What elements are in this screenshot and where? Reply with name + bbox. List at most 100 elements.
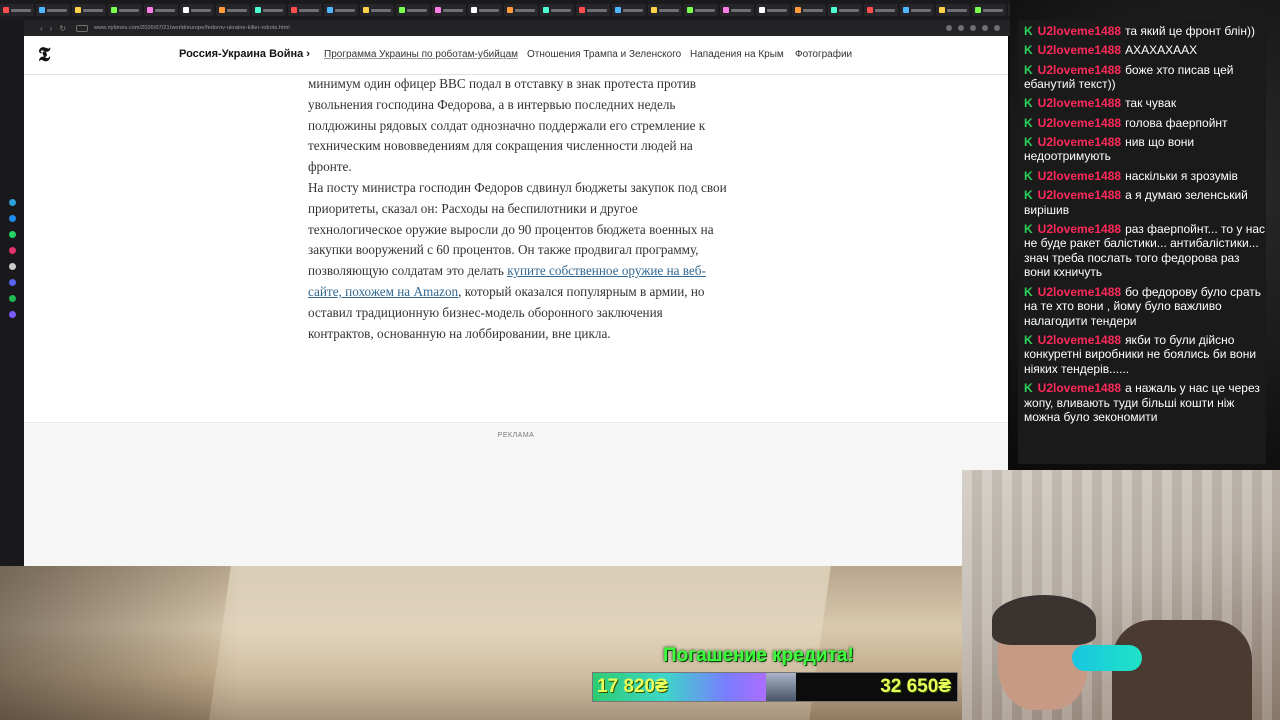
forward-icon[interactable]: ›: [50, 24, 53, 33]
instagram-icon[interactable]: [8, 247, 16, 254]
browser-tab[interactable]: [288, 4, 322, 16]
nav-buttons: ‹ › ↻: [40, 24, 66, 33]
section-title-link[interactable]: Россия-Украина Война ›: [179, 48, 310, 60]
browser-tab[interactable]: [180, 4, 214, 16]
discord-icon[interactable]: [8, 279, 16, 286]
nyt-logo-icon[interactable]: 𝕿: [38, 44, 50, 67]
browser-tab[interactable]: [684, 4, 718, 16]
tab-favicon-icon: [615, 7, 621, 13]
tab-favicon-icon: [903, 7, 909, 13]
chat-username[interactable]: U2loveme1488: [1038, 169, 1121, 183]
browser-tab[interactable]: [360, 4, 394, 16]
browser-tab[interactable]: [864, 4, 898, 16]
telegram-icon[interactable]: [8, 215, 16, 222]
tab-title-placeholder: [623, 8, 643, 12]
browser-address-bar: ‹ › ↻ www.nytimes.com/2026/07/21/world/e…: [0, 20, 1010, 36]
tab-title-placeholder: [119, 8, 139, 12]
browser-tab[interactable]: [504, 4, 538, 16]
browser-tab[interactable]: [756, 4, 790, 16]
tab-title-placeholder: [551, 8, 571, 12]
browser-tab[interactable]: [648, 4, 682, 16]
browser-tab[interactable]: [792, 4, 826, 16]
browser-tab[interactable]: [468, 4, 502, 16]
chat-text: АХАХАХААХ: [1125, 43, 1198, 58]
browser-tab[interactable]: [828, 4, 862, 16]
browser-tab[interactable]: [576, 4, 610, 16]
tab-title-placeholder: [155, 8, 175, 12]
browser-tab[interactable]: [900, 4, 934, 16]
browser-tab[interactable]: [432, 4, 466, 16]
site-navigation: 𝕿 Россия-Украина Война › Программа Украи…: [24, 36, 1008, 75]
browser-tab[interactable]: [720, 4, 754, 16]
tab-title-placeholder: [875, 8, 895, 12]
browser-tab[interactable]: [324, 4, 358, 16]
browser-tab[interactable]: [144, 4, 178, 16]
kick-badge-icon: K: [1024, 188, 1033, 203]
browser-tab[interactable]: [540, 4, 574, 16]
browser-tab[interactable]: [108, 4, 142, 16]
kick-badge-icon: K: [1024, 62, 1033, 77]
chat-username[interactable]: U2loveme1488: [1038, 63, 1121, 77]
app-icon[interactable]: [8, 311, 16, 318]
tab-title-placeholder: [11, 8, 31, 12]
donation-goal-bar: 17 820₴ 32 650₴: [592, 672, 958, 702]
chat-username[interactable]: U2loveme1488: [1038, 285, 1121, 299]
chat-username[interactable]: U2loveme1488: [1038, 43, 1121, 57]
kick-badge-icon: K: [1024, 284, 1033, 299]
chat-username[interactable]: U2loveme1488: [1038, 381, 1121, 395]
kick-badge-icon: K: [1024, 221, 1033, 236]
chat-username[interactable]: U2loveme1488: [1038, 188, 1121, 202]
tab-title-placeholder: [47, 8, 67, 12]
browser-tab[interactable]: [72, 4, 106, 16]
reload-icon[interactable]: ↻: [59, 24, 66, 33]
chat-message: K U2loveme1488 а нажаль у нас це через жоп…: [1024, 381, 1266, 425]
chat-username[interactable]: U2loveme1488: [1038, 222, 1121, 236]
donation-target-amount: 32 650₴: [880, 676, 951, 697]
messenger-icon[interactable]: [8, 199, 16, 206]
browser-tab[interactable]: [216, 4, 250, 16]
x-icon[interactable]: [8, 263, 16, 270]
chat-username[interactable]: U2loveme1488: [1038, 116, 1121, 130]
tab-title-placeholder: [335, 8, 355, 12]
tab-title-placeholder: [263, 8, 283, 12]
extension-icon[interactable]: [958, 25, 964, 31]
tab-favicon-icon: [399, 7, 405, 13]
chat-username[interactable]: U2loveme1488: [1038, 135, 1121, 149]
nav-link-trump-zelensky[interactable]: Отношения Трампа и Зеленского: [527, 49, 681, 60]
url-field[interactable]: www.nytimes.com/2026/07/21/world/europe/…: [94, 25, 290, 31]
profile-icon[interactable]: [994, 25, 1000, 31]
tab-favicon-icon: [507, 7, 513, 13]
site-info-icon[interactable]: [76, 24, 89, 32]
donation-goal-title: Погашение кредита!: [663, 645, 854, 666]
chat-username[interactable]: U2loveme1488: [1038, 96, 1121, 110]
kick-badge-icon: K: [1024, 134, 1033, 149]
extension-icon[interactable]: [982, 25, 988, 31]
whatsapp-icon[interactable]: [8, 231, 16, 238]
browser-tab[interactable]: [0, 4, 34, 16]
tab-title-placeholder: [731, 8, 751, 12]
chat-username[interactable]: U2loveme1488: [1038, 24, 1121, 38]
browser-tab[interactable]: [612, 4, 646, 16]
browser-tab[interactable]: [936, 4, 970, 16]
back-icon[interactable]: ‹: [40, 24, 43, 33]
spotify-icon[interactable]: [8, 295, 16, 302]
tab-title-placeholder: [911, 8, 931, 12]
browser-tab[interactable]: [396, 4, 430, 16]
kick-badge-icon: K: [1024, 115, 1033, 130]
chat-username[interactable]: U2loveme1488: [1038, 333, 1121, 347]
kick-badge-icon: K: [1024, 332, 1033, 347]
browser-tab[interactable]: [972, 4, 1006, 16]
extension-icon[interactable]: [970, 25, 976, 31]
kick-badge-icon: K: [1024, 168, 1033, 183]
browser-tab-strip: [0, 0, 1010, 20]
nav-link-killer-robots[interactable]: Программа Украины по роботам-убийцам: [324, 49, 518, 60]
chat-message: K U2loveme1488 АХАХАХААХ: [1024, 43, 1266, 58]
chat-text: наскільки я зрозумів: [1125, 168, 1238, 183]
streamer-webcam: [962, 470, 1280, 720]
nav-link-photos[interactable]: Фотографии: [795, 49, 852, 60]
browser-tab[interactable]: [252, 4, 286, 16]
nav-link-crimea-attacks[interactable]: Нападения на Крым: [690, 49, 784, 60]
browser-tab[interactable]: [36, 4, 70, 16]
tab-title-placeholder: [587, 8, 607, 12]
extension-icon[interactable]: [946, 25, 952, 31]
